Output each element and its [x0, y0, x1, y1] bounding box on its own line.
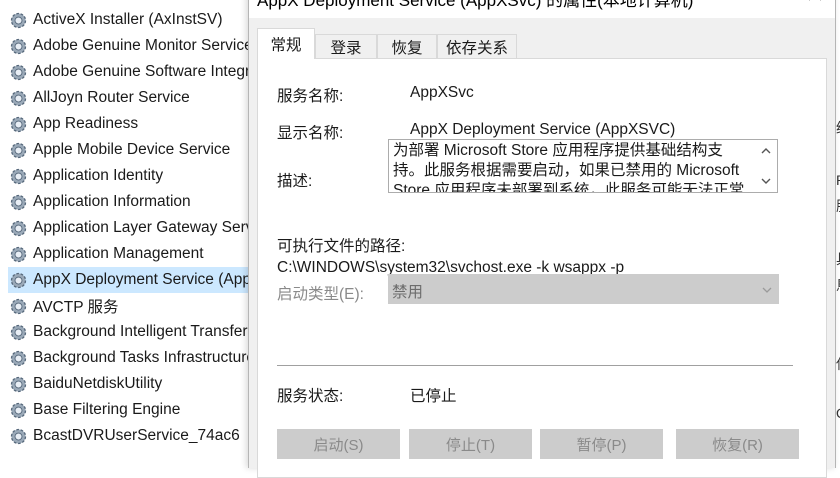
gear-icon [10, 142, 27, 158]
service-properties-dialog: AppX Deployment Service (AppXSvc) 的属性(本地… [248, 0, 836, 478]
service-row[interactable]: Adobe Genuine Software Integrity Service [8, 59, 248, 85]
gear-icon [10, 402, 27, 418]
start-button[interactable]: 启动(S) [277, 429, 400, 459]
service-status-label: 服务状态: [277, 388, 344, 405]
service-row[interactable]: Background Tasks Infrastructure Service [8, 345, 248, 371]
service-row[interactable]: Application Identity [8, 163, 248, 189]
gear-icon [10, 324, 27, 340]
startup-type-label: 启动类型(E): [277, 286, 364, 303]
button-label: 暂停(P) [576, 436, 627, 454]
service-name: Application Layer Gateway Service [33, 219, 248, 236]
gear-icon [10, 116, 27, 132]
service-row[interactable]: Apple Mobile Device Service [8, 137, 248, 163]
service-name-value: AppXSvc [410, 84, 474, 101]
tab-recovery[interactable]: 恢复 [377, 34, 437, 58]
dialog-titlebar[interactable]: AppX Deployment Service (AppXSvc) 的属性(本地… [249, 0, 835, 18]
gear-icon [10, 194, 27, 210]
service-name: Background Tasks Infrastructure Service [33, 349, 248, 366]
gear-icon [10, 428, 27, 444]
service-name: Adobe Genuine Monitor Service [33, 37, 248, 54]
stop-button[interactable]: 停止(T) [409, 429, 532, 459]
gear-icon [10, 272, 27, 288]
tab-dependencies[interactable]: 依存关系 [437, 34, 517, 58]
service-row[interactable]: Base Filtering Engine [8, 397, 248, 423]
button-label: 停止(T) [445, 436, 496, 454]
service-row[interactable]: Adobe Genuine Monitor Service [8, 33, 248, 59]
gear-icon [10, 168, 27, 184]
clipped-text: P [836, 172, 840, 188]
clipped-text: Q [836, 405, 840, 421]
service-name: AppX Deployment Service (AppXSVC) [33, 271, 248, 288]
gear-icon [10, 64, 27, 80]
service-status-value: 已停止 [410, 388, 457, 405]
service-name: BaiduNetdiskUtility [33, 375, 163, 392]
service-name: AllJoyn Router Service [33, 89, 190, 106]
service-name: ActiveX Installer (AxInstSV) [33, 11, 223, 28]
clipped-text: 鳥 [836, 275, 840, 295]
description-label: 描述: [277, 173, 313, 190]
service-row[interactable]: BcastDVRUserService_74ac6 [8, 423, 248, 449]
service-name: App Readiness [33, 115, 139, 132]
scroll-down-icon[interactable] [761, 176, 771, 186]
service-row[interactable]: BaiduNetdiskUtility [8, 371, 248, 397]
tab-label: 恢复 [391, 39, 423, 57]
services-list: ActiveX Installer (AxInstSV) Adobe Genui… [0, 0, 250, 462]
gear-icon [10, 376, 27, 392]
description-scrollbar[interactable] [755, 140, 777, 192]
tab-label: 依存关系 [445, 39, 508, 57]
startup-type-value: 禁用 [392, 284, 424, 301]
general-panel: 服务名称: AppXSvc 显示名称: AppX Deployment Serv… [257, 58, 827, 478]
tab-general[interactable]: 常规 [257, 28, 315, 59]
service-row-selected[interactable]: AppX Deployment Service (AppXSVC) [8, 267, 248, 293]
service-row[interactable]: ActiveX Installer (AxInstSV) [8, 7, 248, 33]
clipped-text: 具 [836, 249, 840, 269]
gear-icon [10, 220, 27, 236]
scroll-up-icon[interactable] [761, 146, 771, 156]
description-text: 为部署 Microsoft Store 应用程序提供基础结构支持。此服务根据需要… [393, 142, 745, 193]
button-label: 恢复(R) [712, 436, 763, 454]
tab-label: 常规 [270, 37, 302, 54]
display-name-value: AppX Deployment Service (AppXSVC) [410, 121, 676, 138]
gear-icon [10, 38, 27, 54]
service-name: BcastDVRUserService_74ac6 [33, 427, 240, 444]
tab-logon[interactable]: 登录 [315, 34, 377, 58]
clipped-text: 绉 [836, 118, 840, 138]
service-row[interactable]: AVCTP 服务 [8, 293, 248, 319]
service-row[interactable]: Application Information [8, 189, 248, 215]
button-label: 启动(S) [313, 436, 364, 454]
chevron-down-icon [762, 287, 772, 293]
description-textbox[interactable]: 为部署 Microsoft Store 应用程序提供基础结构支持。此服务根据需要… [388, 139, 778, 193]
clipped-text: 佋 [836, 354, 840, 374]
service-name: Application Identity [33, 167, 164, 184]
close-icon[interactable] [807, 0, 823, 2]
service-row[interactable]: AllJoyn Router Service [8, 85, 248, 111]
service-row[interactable]: Background Intelligent Transfer Service [8, 319, 248, 345]
gear-icon [10, 246, 27, 262]
gear-icon [10, 90, 27, 106]
resume-button[interactable]: 恢复(R) [676, 429, 799, 459]
display-name-label: 显示名称: [277, 125, 344, 142]
service-name: Application Management [33, 245, 204, 262]
gear-icon [10, 298, 27, 314]
service-name: Background Intelligent Transfer Service [33, 323, 248, 340]
exe-path-label: 可执行文件的路径: [277, 238, 406, 255]
service-row[interactable]: Application Management [8, 241, 248, 267]
service-name-label: 服务名称: [277, 88, 344, 105]
service-name: AVCTP 服务 [33, 299, 119, 316]
service-name: Base Filtering Engine [33, 401, 181, 418]
service-name: Apple Mobile Device Service [33, 141, 231, 158]
service-name: Application Information [33, 193, 191, 210]
section-divider [277, 365, 793, 366]
dialog-title: AppX Deployment Service (AppXSvc) 的属性(本地… [257, 0, 694, 10]
gear-icon [10, 12, 27, 28]
pause-button[interactable]: 暂停(P) [540, 429, 663, 459]
service-row[interactable]: Application Layer Gateway Service [8, 215, 248, 241]
gear-icon [10, 350, 27, 366]
service-name: Adobe Genuine Software Integrity Service [33, 63, 248, 80]
clipped-text: 肌 [836, 196, 840, 216]
service-row[interactable]: App Readiness [8, 111, 248, 137]
tab-label: 登录 [330, 39, 362, 57]
startup-type-select[interactable]: 禁用 [388, 274, 779, 304]
